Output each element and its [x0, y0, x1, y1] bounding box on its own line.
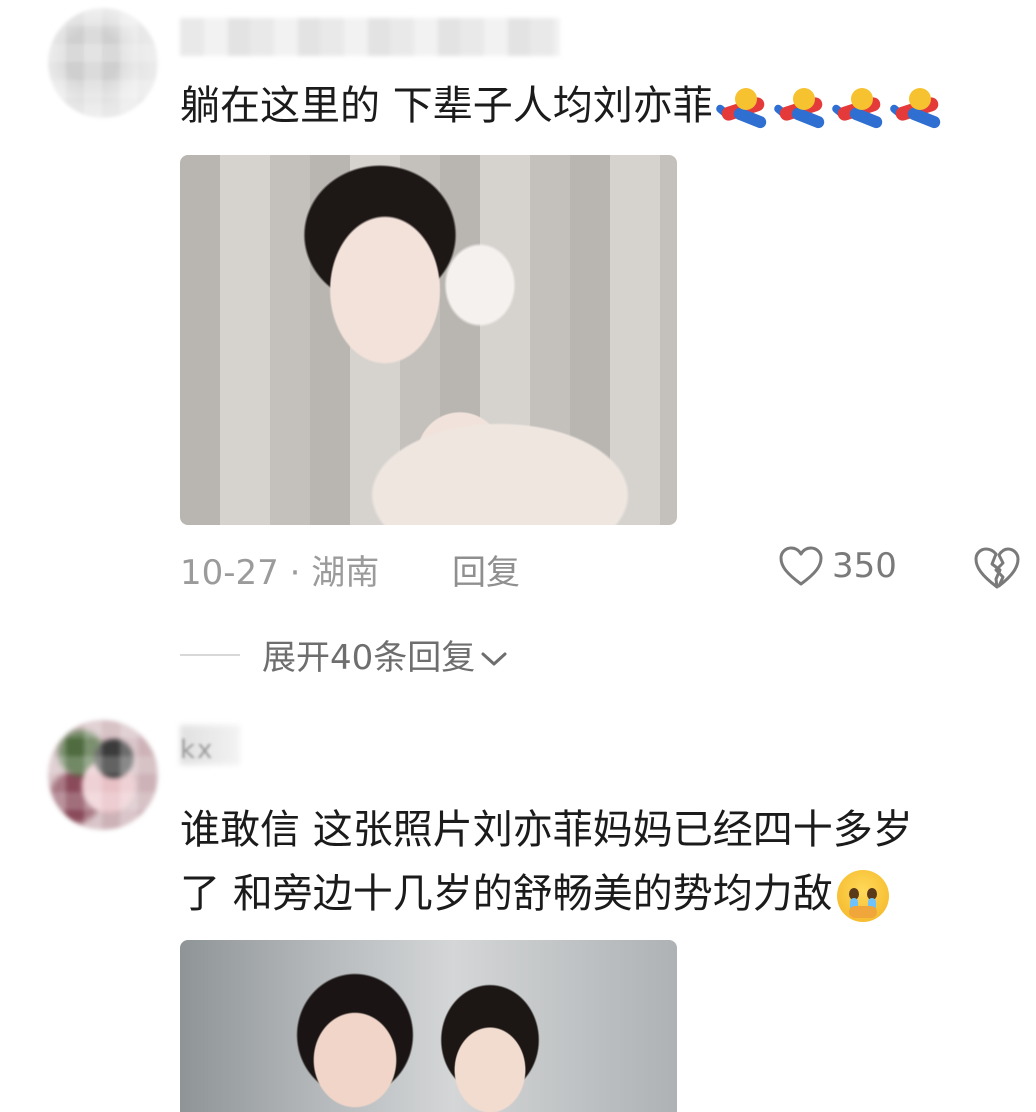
- running-person-emoji: [888, 86, 945, 130]
- running-person-emoji: [830, 86, 887, 130]
- expand-label: 展开40条回复: [262, 638, 476, 678]
- divider-line: [180, 653, 240, 656]
- expand-replies[interactable]: 展开40条回复: [180, 630, 509, 679]
- comment-line-2-text: 了 和旁边十几岁的舒畅美的势均力敌: [180, 871, 833, 917]
- username[interactable]: kx: [180, 735, 214, 765]
- broken-heart-icon: [974, 547, 1020, 589]
- running-person-emoji: [714, 86, 771, 130]
- reply-button[interactable]: 回复: [452, 545, 520, 594]
- chevron-down-icon: [481, 652, 507, 666]
- comment-meta: 10-27 · 湖南: [180, 545, 379, 594]
- running-person-emoji-group: [714, 86, 945, 130]
- comment-line-1: 谁敢信 这张照片刘亦菲妈妈已经四十多岁: [180, 807, 913, 853]
- comment-line-2: 了 和旁边十几岁的舒畅美的势均力敌: [180, 862, 889, 926]
- username-blurred[interactable]: [180, 18, 560, 56]
- comment-photo[interactable]: [180, 155, 677, 525]
- like-count: 350: [832, 546, 897, 586]
- comment-location: 湖南: [311, 553, 380, 593]
- comment-body: 躺在这里的 下辈子人均刘亦菲: [180, 83, 713, 129]
- meta-separator: ·: [289, 553, 301, 593]
- running-person-emoji: [772, 86, 829, 130]
- heart-icon: [779, 546, 823, 586]
- comment-text: 躺在这里的 下辈子人均刘亦菲: [180, 74, 945, 138]
- like-button[interactable]: 350: [778, 545, 897, 587]
- comment-date: 10-27: [180, 553, 279, 593]
- crying-emoji: [836, 870, 889, 922]
- avatar[interactable]: [48, 8, 158, 118]
- dislike-button[interactable]: [972, 545, 1022, 595]
- comment-photo[interactable]: [180, 940, 677, 1112]
- avatar[interactable]: [48, 720, 158, 830]
